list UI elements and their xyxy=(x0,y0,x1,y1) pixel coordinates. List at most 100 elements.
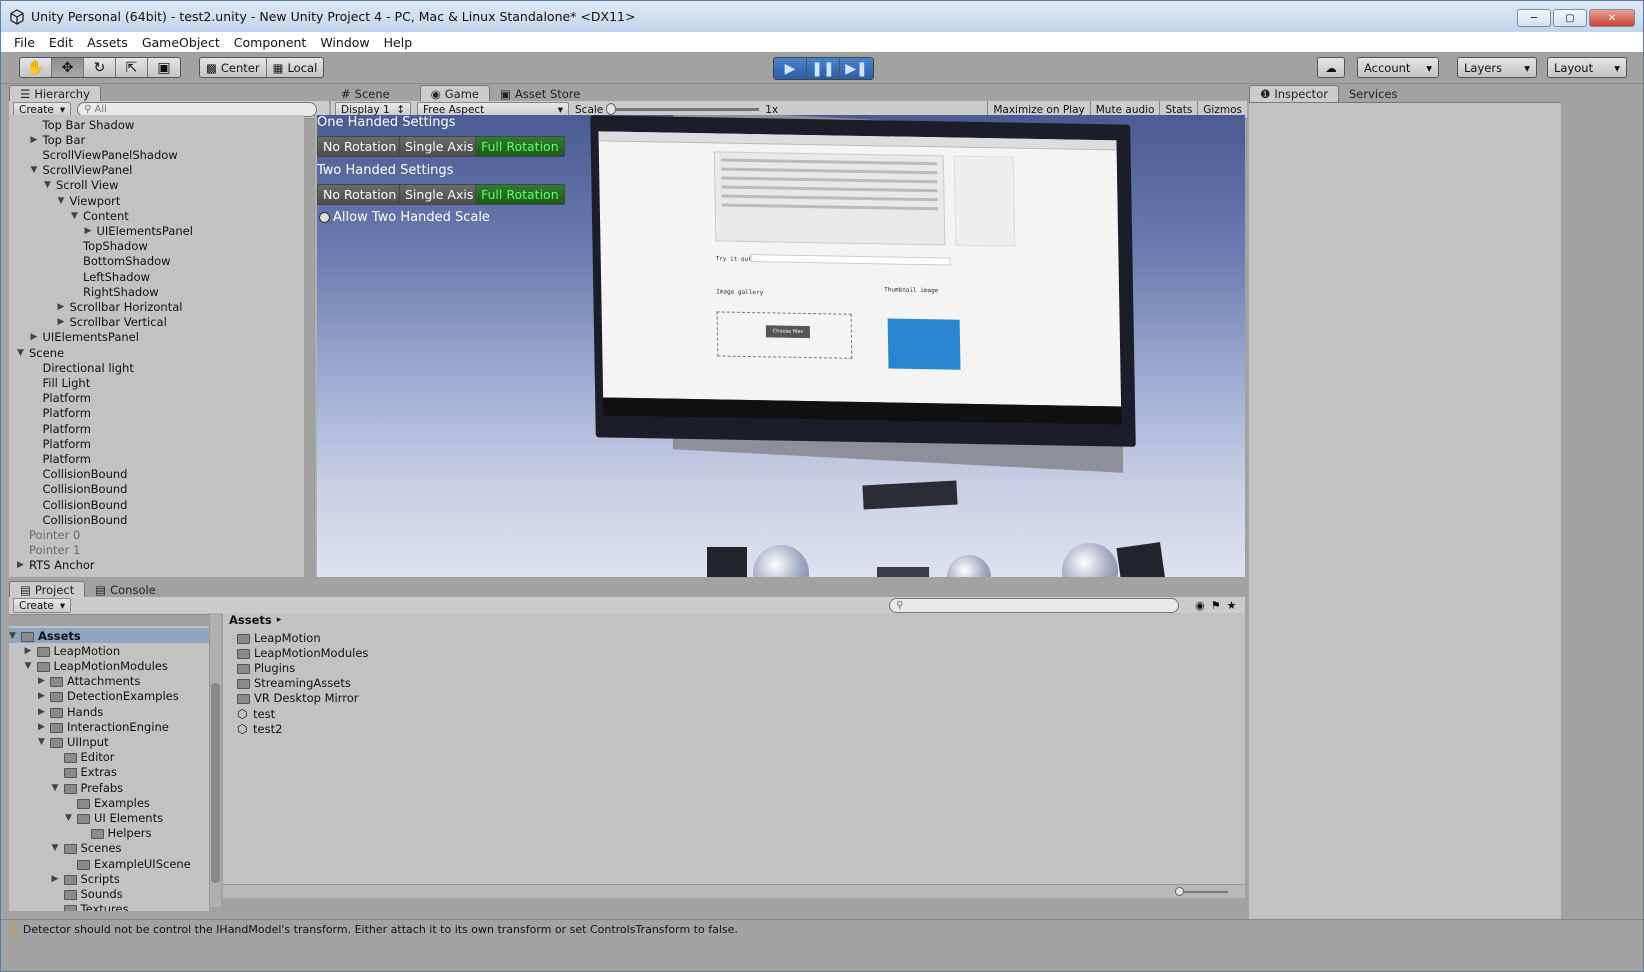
project-tree-item[interactable]: Sounds xyxy=(52,886,123,901)
menu-window[interactable]: Window xyxy=(313,35,376,50)
two-hand-no-rotation-button[interactable]: No Rotation xyxy=(317,184,403,205)
close-button[interactable]: ✕ xyxy=(1589,9,1635,27)
favorite-star-icon[interactable]: ★ xyxy=(1227,599,1237,612)
expand-right-icon[interactable]: ▶ xyxy=(58,302,70,312)
tab-game[interactable]: ◉ Game xyxy=(419,85,490,102)
tab-hierarchy[interactable]: ☰ Hierarchy xyxy=(9,85,101,102)
project-tree-item[interactable]: ▼ Prefabs xyxy=(52,780,124,795)
expand-down-icon[interactable]: ▼ xyxy=(71,211,83,221)
expand-right-icon[interactable]: ▶ xyxy=(38,691,50,701)
project-tree-item[interactable]: Helpers xyxy=(79,826,152,841)
expand-down-icon[interactable]: ▼ xyxy=(25,661,37,671)
expand-right-icon[interactable]: ▶ xyxy=(31,135,43,145)
asset-item[interactable]: LeapMotion xyxy=(237,630,321,645)
hierarchy-item[interactable]: Platform xyxy=(31,406,92,421)
hierarchy-item[interactable]: BottomShadow xyxy=(71,254,171,269)
scrollbar-thumb[interactable] xyxy=(211,683,220,883)
two-hand-single-axis-button[interactable]: Single Axis xyxy=(399,184,480,205)
menu-help[interactable]: Help xyxy=(377,35,420,50)
project-tree-item[interactable]: ▶ Attachments xyxy=(38,674,140,689)
expand-right-icon[interactable]: ▶ xyxy=(85,226,97,236)
one-hand-full-rotation-button[interactable]: Full Rotation xyxy=(475,136,565,157)
minimize-button[interactable]: ─ xyxy=(1517,9,1551,27)
hierarchy-item[interactable]: Platform xyxy=(31,436,92,451)
asset-item[interactable]: VR Desktop Mirror xyxy=(237,691,358,706)
one-hand-single-axis-button[interactable]: Single Axis xyxy=(399,136,480,157)
hierarchy-item[interactable]: ▶ RTS Anchor xyxy=(17,558,95,573)
asset-item[interactable]: StreamingAssets xyxy=(237,676,351,691)
project-tree-item[interactable]: ExampleUIScene xyxy=(65,856,191,871)
pivot-center-button[interactable]: ▩ Center xyxy=(200,58,267,77)
rect-tool-button[interactable]: ▣ xyxy=(148,58,180,77)
breadcrumb-assets[interactable]: Assets xyxy=(229,613,272,627)
project-search-input[interactable]: ⚲ xyxy=(889,598,1180,613)
menu-gameobject[interactable]: GameObject xyxy=(135,35,227,50)
hierarchy-item[interactable]: ▶ Scrollbar Vertical xyxy=(58,315,167,330)
asset-item[interactable]: LeapMotionModules xyxy=(237,645,368,660)
hierarchy-item[interactable]: Platform xyxy=(31,451,92,466)
hierarchy-item[interactable]: TopShadow xyxy=(71,239,148,254)
hierarchy-item[interactable]: ▶ Scrollbar Horizontal xyxy=(58,299,183,314)
expand-right-icon[interactable]: ▶ xyxy=(58,317,70,327)
hierarchy-item[interactable]: ▼ ScrollViewPanel xyxy=(31,163,133,178)
expand-down-icon[interactable]: ▼ xyxy=(17,348,29,358)
cloud-button[interactable]: ☁ xyxy=(1317,57,1345,78)
expand-down-icon[interactable]: ▼ xyxy=(44,180,56,190)
expand-right-icon[interactable]: ▶ xyxy=(38,722,50,732)
project-create-dropdown[interactable]: Create ▾ xyxy=(13,598,72,613)
allow-two-handed-scale-toggle[interactable]: Allow Two Handed Scale xyxy=(319,210,490,225)
slider-knob[interactable] xyxy=(606,103,617,115)
project-tree-item[interactable]: ▶ DetectionExamples xyxy=(38,689,179,704)
hierarchy-item[interactable]: Pointer 1 xyxy=(17,543,80,558)
hierarchy-item[interactable]: ScrollViewPanelShadow xyxy=(31,147,178,162)
project-tree-item[interactable]: Examples xyxy=(65,795,150,810)
hierarchy-item[interactable]: Platform xyxy=(31,421,92,436)
expand-right-icon[interactable]: ▶ xyxy=(52,874,64,884)
step-button[interactable]: ▶❚ xyxy=(840,58,873,79)
filter-type-icon[interactable]: ◉ xyxy=(1195,599,1205,612)
hierarchy-item[interactable]: Top Bar Shadow xyxy=(31,117,135,132)
filter-label-icon[interactable]: ⚑ xyxy=(1211,599,1221,612)
project-tree-item[interactable]: Extras xyxy=(52,765,117,780)
project-tree-item[interactable]: ▼ UIInput xyxy=(38,734,109,749)
project-tree-item[interactable]: ▼ LeapMotionModules xyxy=(25,658,168,673)
menu-component[interactable]: Component xyxy=(227,35,314,50)
scale-tool-button[interactable]: ⇱ xyxy=(116,58,148,77)
hierarchy-item[interactable]: CollisionBound xyxy=(31,482,128,497)
hierarchy-item[interactable]: Fill Light xyxy=(31,375,91,390)
hierarchy-item[interactable]: LeftShadow xyxy=(71,269,150,284)
project-tree-item[interactable]: ▼ Scenes xyxy=(52,841,122,856)
project-tree-item[interactable]: ▶ Scripts xyxy=(52,871,120,886)
project-tree-item[interactable]: ▼ Assets xyxy=(9,628,209,643)
expand-right-icon[interactable]: ▶ xyxy=(31,332,43,342)
move-tool-button[interactable]: ✥ xyxy=(52,58,84,77)
hierarchy-item[interactable]: CollisionBound xyxy=(31,497,128,512)
one-hand-no-rotation-button[interactable]: No Rotation xyxy=(317,136,403,157)
hierarchy-item[interactable]: ▶ UIElementsPanel xyxy=(85,223,193,238)
game-view[interactable]: One Handed Settings No Rotation Single A… xyxy=(317,115,1245,577)
expand-right-icon[interactable]: ▶ xyxy=(38,676,50,686)
hierarchy-item[interactable]: ▶ Top Bar xyxy=(31,132,86,147)
icon-size-slider[interactable] xyxy=(1175,887,1228,896)
tab-scene[interactable]: # Scene xyxy=(331,85,400,102)
scale-slider[interactable] xyxy=(606,103,760,115)
hierarchy-item[interactable]: CollisionBound xyxy=(31,467,128,482)
menu-edit[interactable]: Edit xyxy=(42,35,80,50)
expand-down-icon[interactable]: ▼ xyxy=(52,783,64,793)
two-hand-full-rotation-button[interactable]: Full Rotation xyxy=(475,184,565,205)
layers-dropdown[interactable]: Layers ▾ xyxy=(1457,57,1537,78)
hierarchy-item[interactable]: ▼ Scroll View xyxy=(44,178,118,193)
expand-down-icon[interactable]: ▼ xyxy=(38,737,50,747)
expand-down-icon[interactable]: ▼ xyxy=(65,813,77,823)
hand-tool-button[interactable]: ✋ xyxy=(20,58,52,77)
account-dropdown[interactable]: Account ▾ xyxy=(1357,57,1439,78)
project-tree-item[interactable]: ▼ UI Elements xyxy=(65,810,163,825)
project-tree-item[interactable]: ▶ InteractionEngine xyxy=(38,719,169,734)
pause-button[interactable]: ❚❚ xyxy=(807,58,840,79)
expand-right-icon[interactable]: ▶ xyxy=(25,646,37,656)
hierarchy-item[interactable]: ▶ UIElementsPanel xyxy=(31,330,139,345)
hierarchy-item[interactable]: Directional light xyxy=(31,360,134,375)
layout-dropdown[interactable]: Layout ▾ xyxy=(1547,57,1627,78)
maximize-button[interactable]: ▢ xyxy=(1553,9,1587,27)
tab-project[interactable]: ▤ Project xyxy=(9,581,86,598)
